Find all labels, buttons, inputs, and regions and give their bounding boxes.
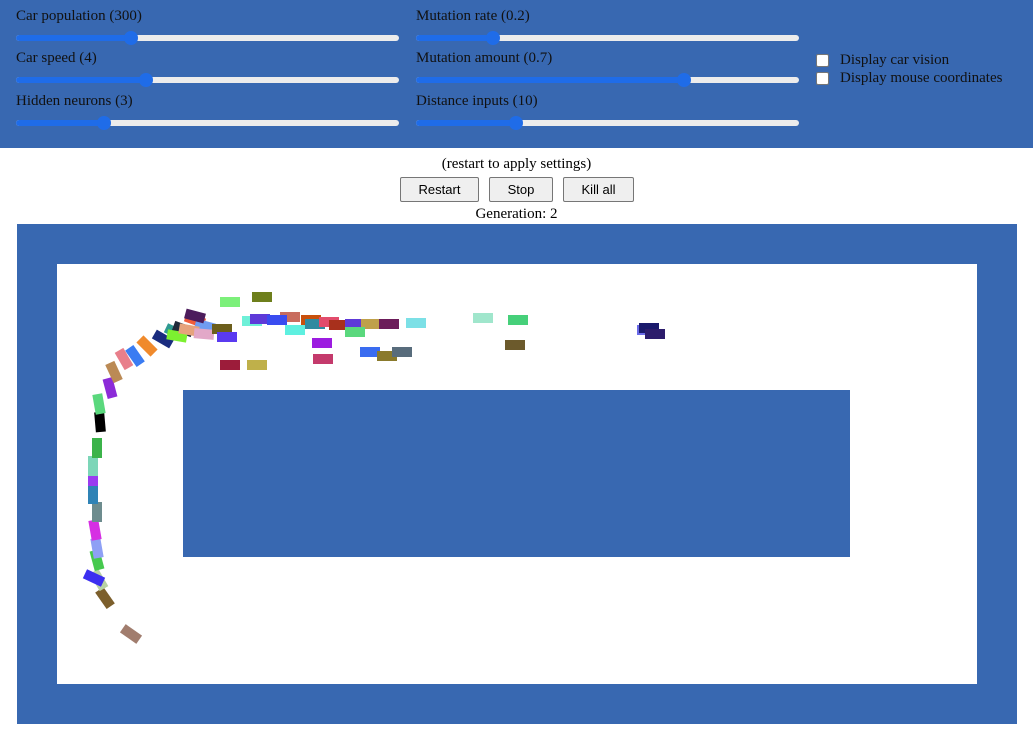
mutation-amount-label: Mutation amount (0.7) [416, 50, 553, 66]
slider-thumb[interactable] [508, 116, 523, 130]
kill-all-button[interactable]: Kill all [563, 177, 634, 202]
car [345, 327, 365, 337]
display-car-vision-option[interactable]: Display car vision [816, 52, 949, 69]
slider-thumb[interactable] [485, 31, 500, 45]
car [247, 360, 267, 370]
slider-fill [16, 120, 105, 126]
display-mouse-coordinates-label: Display mouse coordinates [840, 70, 1003, 86]
car [252, 292, 272, 302]
distance-inputs-label: Distance inputs (10) [416, 93, 538, 109]
settings-panel: Car population (300) Car speed (4) Hidde… [0, 0, 1033, 148]
display-mouse-coordinates-checkbox[interactable] [816, 72, 829, 85]
car [88, 519, 102, 541]
distance-inputs-slider[interactable] [416, 116, 799, 130]
car [88, 456, 98, 476]
car [508, 315, 528, 325]
slider-fill [416, 77, 685, 83]
car-speed-slider[interactable] [16, 73, 399, 87]
car [217, 332, 237, 342]
track-road [57, 264, 977, 684]
car [473, 313, 493, 323]
display-car-vision-label: Display car vision [840, 52, 950, 68]
display-mouse-coordinates-option[interactable]: Display mouse coordinates [816, 70, 1002, 87]
car [95, 586, 115, 610]
car [312, 338, 332, 348]
car [82, 569, 106, 587]
car-population-label: Car population (300) [16, 8, 142, 24]
race-track[interactable] [17, 224, 1017, 724]
slider-thumb[interactable] [139, 73, 154, 87]
generation-counter: Generation: 2 [0, 206, 1033, 223]
car [645, 329, 665, 339]
slider-fill [416, 35, 493, 41]
slider-fill [16, 77, 147, 83]
car [313, 354, 333, 364]
hidden-neurons-slider[interactable] [16, 116, 399, 130]
car-speed-label: Car speed (4) [16, 50, 97, 66]
car [220, 297, 240, 307]
car [88, 484, 98, 504]
slider-thumb[interactable] [123, 31, 138, 45]
car [119, 624, 143, 644]
car [92, 438, 102, 458]
restart-button[interactable]: Restart [400, 177, 479, 202]
car [505, 340, 525, 350]
mutation-amount-slider[interactable] [416, 73, 799, 87]
car [94, 411, 106, 433]
car-population-slider[interactable] [16, 31, 399, 45]
display-car-vision-checkbox[interactable] [816, 54, 829, 67]
mutation-rate-slider[interactable] [416, 31, 799, 45]
car [220, 360, 240, 370]
mutation-rate-label: Mutation rate (0.2) [416, 8, 530, 24]
car [92, 502, 102, 522]
car [392, 347, 412, 357]
restart-hint: (restart to apply settings) [441, 156, 592, 172]
car [406, 318, 426, 328]
cars-layer [57, 264, 977, 684]
car [285, 325, 305, 335]
car [379, 319, 399, 329]
generation-value: 2 [550, 206, 558, 222]
slider-fill [416, 120, 516, 126]
car [92, 393, 106, 415]
generation-label: Generation: [475, 206, 547, 222]
slider-thumb[interactable] [97, 116, 112, 130]
slider-fill [16, 35, 131, 41]
hidden-neurons-label: Hidden neurons (3) [16, 93, 133, 109]
stop-button[interactable]: Stop [489, 177, 553, 202]
car [267, 315, 287, 325]
slider-thumb[interactable] [677, 73, 692, 87]
